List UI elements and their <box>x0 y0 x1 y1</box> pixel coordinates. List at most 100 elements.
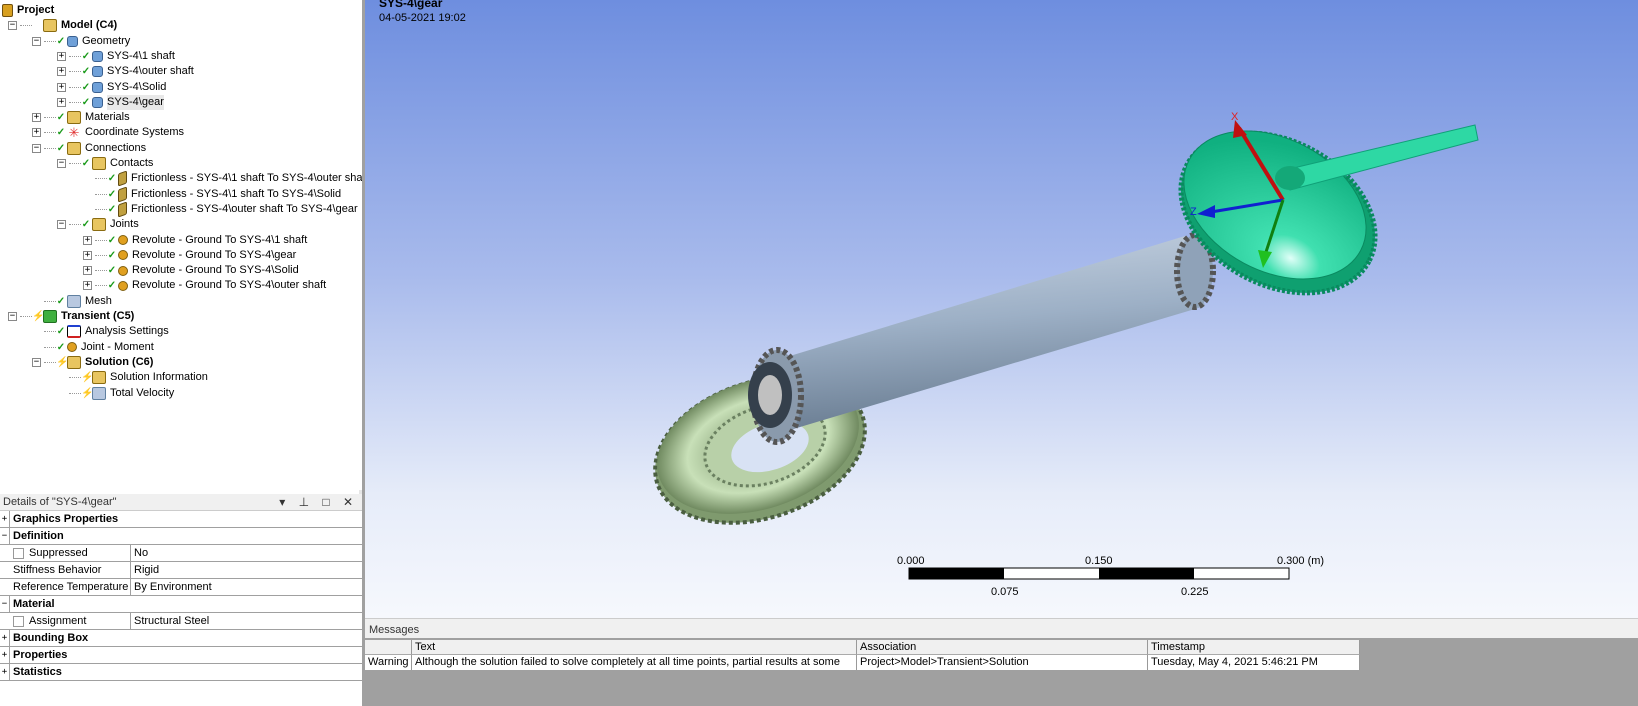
prop-value[interactable]: Structural Steel <box>131 613 209 629</box>
tree-item[interactable]: + ✓ SYS-4\Solid <box>57 80 166 95</box>
check-status-icon: ✓ <box>107 234 117 246</box>
tree-item-label: Revolute - Ground To SYS-4\Solid <box>132 264 299 277</box>
collapse-icon[interactable]: − <box>8 21 17 31</box>
tree-item[interactable]: − Model (C4) <box>8 18 117 33</box>
tree-item[interactable]: ✓ Mesh <box>32 294 112 309</box>
expand-icon[interactable]: + <box>57 97 66 107</box>
prop-key: Stiffness Behavior <box>10 562 131 578</box>
tree-item[interactable]: + ✓ ✳ Coordinate Systems <box>32 125 184 140</box>
column-header[interactable] <box>365 640 412 655</box>
tree-item[interactable]: + ✓ Revolute - Ground To SYS-4\outer shaft <box>83 278 326 293</box>
tree-item[interactable]: + ✓ Revolute - Ground To SYS-4\1 shaft <box>83 233 307 248</box>
panel-controls[interactable]: ▾ ⊥ □ ✕ <box>279 494 358 511</box>
expand-icon[interactable]: + <box>32 128 41 138</box>
prop-value[interactable]: By Environment <box>131 579 212 595</box>
collapse-icon[interactable]: − <box>57 159 66 168</box>
check-status-icon: ✓ <box>56 326 66 338</box>
group-statistics[interactable]: + Statistics <box>0 664 362 681</box>
tree-item-label: SYS-4\gear <box>107 94 164 110</box>
collapse-icon[interactable]: − <box>57 220 66 230</box>
checkbox[interactable] <box>13 547 24 559</box>
expand-icon[interactable]: + <box>57 82 66 92</box>
folder-icon <box>92 218 106 232</box>
check-status-icon: ✓ <box>56 142 66 154</box>
group-material[interactable]: − Material <box>0 596 362 613</box>
tree-item[interactable]: + ✓ Materials <box>32 110 130 125</box>
tree-item[interactable]: ⚡ Total Velocity <box>57 386 174 401</box>
tree-item[interactable]: Project <box>1 3 54 18</box>
body-icon <box>92 96 103 108</box>
tree-connector <box>95 178 107 180</box>
tree-item[interactable]: − ⚡ Transient (C5) <box>8 309 134 324</box>
column-header[interactable]: Timestamp <box>1148 640 1360 655</box>
group-graphics-properties[interactable]: + Graphics Properties <box>0 511 362 528</box>
tree-item[interactable]: + ✓ SYS-4\outer shaft <box>57 64 194 79</box>
tree-item-label: Coordinate Systems <box>85 126 185 139</box>
tree-connector <box>69 392 81 394</box>
expand-icon[interactable]: + <box>57 67 66 77</box>
folder-icon <box>67 355 81 369</box>
collapse-icon[interactable]: − <box>32 143 41 153</box>
tree-item[interactable]: + ✓ SYS-4\gear <box>57 94 164 110</box>
tree-connector <box>44 346 56 348</box>
collapse-icon[interactable]: − <box>32 36 41 46</box>
check-status-icon: ✓ <box>107 265 117 277</box>
tree-item-label: Joint - Moment <box>81 340 154 353</box>
tree-item[interactable]: + ✓ Revolute - Ground To SYS-4\gear <box>83 248 296 263</box>
checkbox[interactable] <box>13 615 24 627</box>
body-icon <box>92 81 103 93</box>
column-header[interactable]: Association <box>857 640 1148 655</box>
tree-item[interactable]: ⚡ Solution Information <box>57 370 208 385</box>
expand-icon[interactable]: + <box>0 630 10 646</box>
tree-item[interactable]: + ✓ SYS-4\1 shaft <box>57 49 175 64</box>
tree-item[interactable]: ✓ Analysis Settings <box>32 324 169 339</box>
group-properties[interactable]: + Properties <box>0 647 362 664</box>
expand-icon[interactable]: + <box>83 235 92 245</box>
tree-item-label: Mesh <box>85 294 112 307</box>
tree-item[interactable]: − ✓ Connections <box>32 141 146 156</box>
graphics-viewport[interactable]: SYS-4\gear 04-05-2021 19:02 X Z 0.000 0.… <box>365 0 1638 618</box>
prop-value[interactable]: Rigid <box>131 562 159 578</box>
expand-icon[interactable]: + <box>0 511 10 527</box>
details-panel: Details of "SYS-4\gear" ▾ ⊥ □ ✕ + Graphic… <box>0 494 362 706</box>
check-status-icon: ✓ <box>56 127 66 139</box>
tree-item-label: Contacts <box>110 157 154 169</box>
tree-item[interactable]: + ✓ Revolute - Ground To SYS-4\Solid <box>83 263 299 278</box>
column-header[interactable]: Text <box>412 640 857 655</box>
tree-item[interactable]: − ✓ Contacts <box>57 156 153 171</box>
message-type: Warning <box>365 655 412 670</box>
collapse-icon[interactable]: − <box>8 312 17 321</box>
group-label: Material <box>13 598 55 610</box>
tree-item[interactable]: ✓ Joint - Moment <box>32 340 154 355</box>
expand-icon[interactable]: + <box>83 266 92 276</box>
tree-item[interactable]: − ✓ Geometry <box>32 34 130 49</box>
group-bounding-box[interactable]: + Bounding Box <box>0 630 362 647</box>
prop-value[interactable]: No <box>131 545 148 561</box>
expand-icon[interactable]: + <box>57 51 66 61</box>
tree-item[interactable]: − ⚡ Solution (C6) <box>32 355 153 370</box>
row-assignment[interactable]: Assignment Structural Steel <box>0 613 362 630</box>
collapse-icon[interactable]: − <box>32 357 41 367</box>
expand-icon[interactable]: + <box>0 647 10 663</box>
table-row[interactable]: Warning Although the solution failed to … <box>365 655 1360 670</box>
body-icon <box>67 35 78 47</box>
expand-icon[interactable]: + <box>83 250 92 260</box>
model-geometry[interactable]: X Z <box>365 0 1638 618</box>
outline-tree[interactable]: Project − Model (C4) − ✓ Geometry + ✓ SYS-4\1 sh… <box>0 0 362 490</box>
tree-item[interactable]: ✓ Frictionless - SYS-4\1 shaft To SYS-4\S… <box>83 185 341 203</box>
joint-icon <box>67 342 77 353</box>
tree-item-label: Materials <box>85 111 130 124</box>
tree-item[interactable]: − ✓ Joints <box>57 217 139 232</box>
group-definition[interactable]: − Definition <box>0 528 362 545</box>
expand-icon[interactable]: + <box>83 281 92 291</box>
expand-icon[interactable]: + <box>0 664 10 680</box>
row-suppressed[interactable]: Suppressed No <box>0 545 362 562</box>
row-reference-temperature[interactable]: Reference Temperature By Environment <box>0 579 362 596</box>
row-stiffness[interactable]: Stiffness Behavior Rigid <box>0 562 362 579</box>
group-label: Statistics <box>13 666 62 678</box>
collapse-icon[interactable]: − <box>0 528 10 544</box>
expand-icon[interactable]: + <box>32 113 41 123</box>
collapse-icon[interactable]: − <box>0 596 10 612</box>
tree-item[interactable]: ✓ Frictionless - SYS-4\1 shaft To SYS-4\o… <box>83 170 362 187</box>
tree-item[interactable]: ✓ Frictionless - SYS-4\outer shaft To SYS… <box>83 201 358 218</box>
